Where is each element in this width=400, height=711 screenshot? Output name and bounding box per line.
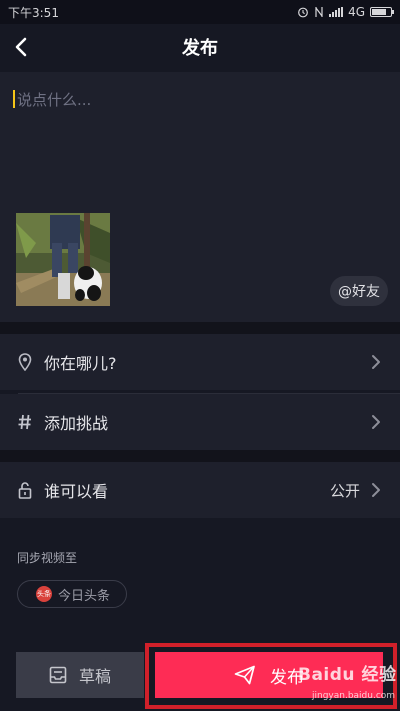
caption-input[interactable]: 说点什么...	[17, 89, 91, 110]
toutiao-logo-icon: 头条	[36, 586, 52, 602]
video-thumbnail-image	[16, 213, 110, 306]
draft-box-icon	[49, 666, 67, 684]
location-pin-icon	[18, 353, 32, 371]
visibility-row[interactable]: 谁可以看 公开	[0, 462, 400, 518]
save-draft-button[interactable]: 草稿	[16, 652, 144, 698]
chevron-right-icon	[372, 355, 380, 369]
sync-section-label: 同步视频至	[17, 551, 78, 565]
compose-area[interactable]: 说点什么... @好友	[0, 72, 400, 322]
section-gap	[0, 322, 400, 334]
visibility-value: 公开	[329, 481, 360, 500]
friend-button-label: @好友	[338, 284, 380, 300]
status-time: 下午3:51	[8, 5, 59, 20]
baidu-watermark-url: jingyan.baidu.com	[312, 691, 396, 701]
toutiao-chip-label: 今日头条	[58, 588, 111, 604]
location-label: 你在哪儿?	[44, 354, 117, 373]
status-bar: 下午3:51 4G	[0, 0, 400, 24]
unlock-icon	[18, 482, 32, 499]
network-type: 4G	[348, 5, 365, 19]
visibility-label: 谁可以看	[44, 482, 109, 501]
send-icon	[234, 665, 255, 685]
section-gap	[0, 450, 400, 462]
chevron-right-icon	[372, 415, 380, 429]
draft-label: 草稿	[78, 667, 111, 686]
chevron-right-icon	[372, 483, 380, 497]
status-icons: 4G	[297, 5, 394, 19]
video-thumbnail[interactable]	[16, 213, 110, 306]
challenge-label: 添加挑战	[44, 414, 109, 433]
challenge-row[interactable]: 添加挑战	[0, 394, 400, 450]
baidu-watermark: Baidu 经验	[298, 665, 397, 685]
hashtag-icon	[18, 414, 31, 430]
signal-strength-icon	[329, 7, 344, 17]
toutiao-sync-chip[interactable]: 头条 今日头条	[17, 580, 127, 608]
nav-bar: 发布	[0, 24, 400, 70]
alarm-icon	[298, 7, 308, 18]
battery-icon	[370, 7, 394, 17]
signal-off-icon	[315, 7, 323, 17]
mention-friends-button[interactable]: @好友	[330, 276, 388, 306]
chevron-left-icon[interactable]	[12, 36, 32, 58]
text-cursor	[13, 90, 15, 108]
page-title: 发布	[182, 38, 218, 59]
location-row[interactable]: 你在哪儿?	[0, 334, 400, 390]
